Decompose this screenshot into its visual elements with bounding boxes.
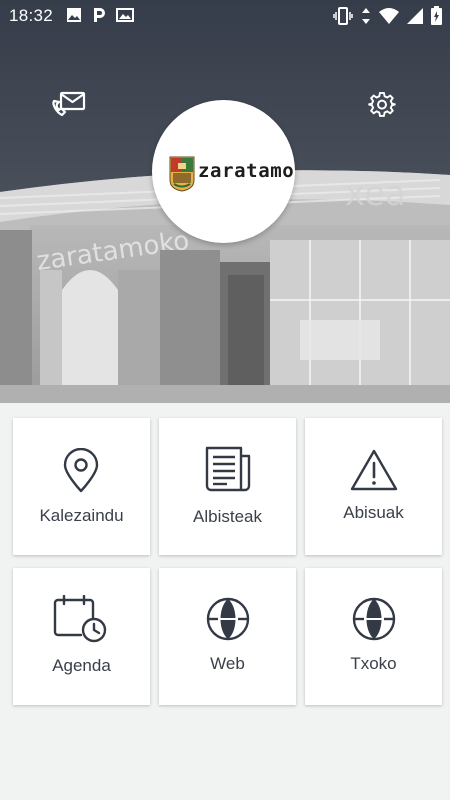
status-time: 18:32: [9, 6, 54, 25]
tile-label: Agenda: [52, 656, 111, 675]
tile-agenda[interactable]: Agenda: [13, 568, 150, 705]
logo-text: zaratamo: [198, 160, 295, 182]
wifi-icon: [379, 7, 399, 24]
coat-of-arms-icon: [169, 156, 195, 192]
battery-charging-icon: [431, 6, 442, 25]
svg-text:xea: xea: [345, 174, 406, 214]
signal-icon: [407, 7, 423, 24]
vibrate-icon: [333, 6, 353, 25]
status-bar: 18:32: [0, 0, 450, 32]
warning-icon: [350, 449, 398, 491]
gear-icon[interactable]: [368, 91, 396, 119]
municipality-logo: zaratamo: [152, 100, 295, 243]
data-arrows-icon: [362, 7, 370, 24]
tile-label: Kalezaindu: [39, 506, 124, 525]
menu-grid: Kalezaindu Albisteak Abisuak Agenda Web …: [13, 418, 442, 706]
tile-abisuak[interactable]: Abisuak: [305, 418, 442, 555]
tile-label: Web: [210, 654, 245, 673]
parking-icon: [94, 8, 105, 22]
calendar-clock-icon: [53, 595, 107, 643]
tile-albisteak[interactable]: Albisteak: [159, 418, 296, 555]
tile-web[interactable]: Web: [159, 568, 296, 705]
location-pin-icon: [63, 448, 99, 493]
globe-icon: [206, 597, 250, 641]
tile-label: Abisuak: [343, 503, 404, 522]
tile-label: Albisteak: [193, 507, 262, 526]
tile-txoko[interactable]: Txoko: [305, 568, 442, 705]
envelope-phone-icon[interactable]: [50, 90, 88, 120]
image-icon: [67, 8, 81, 22]
photo-gallery-icon: [116, 8, 134, 22]
tile-label: Txoko: [350, 654, 397, 673]
globe-icon: [352, 597, 396, 641]
newspaper-icon: [205, 446, 251, 492]
tile-kalezaindu[interactable]: Kalezaindu: [13, 418, 150, 555]
